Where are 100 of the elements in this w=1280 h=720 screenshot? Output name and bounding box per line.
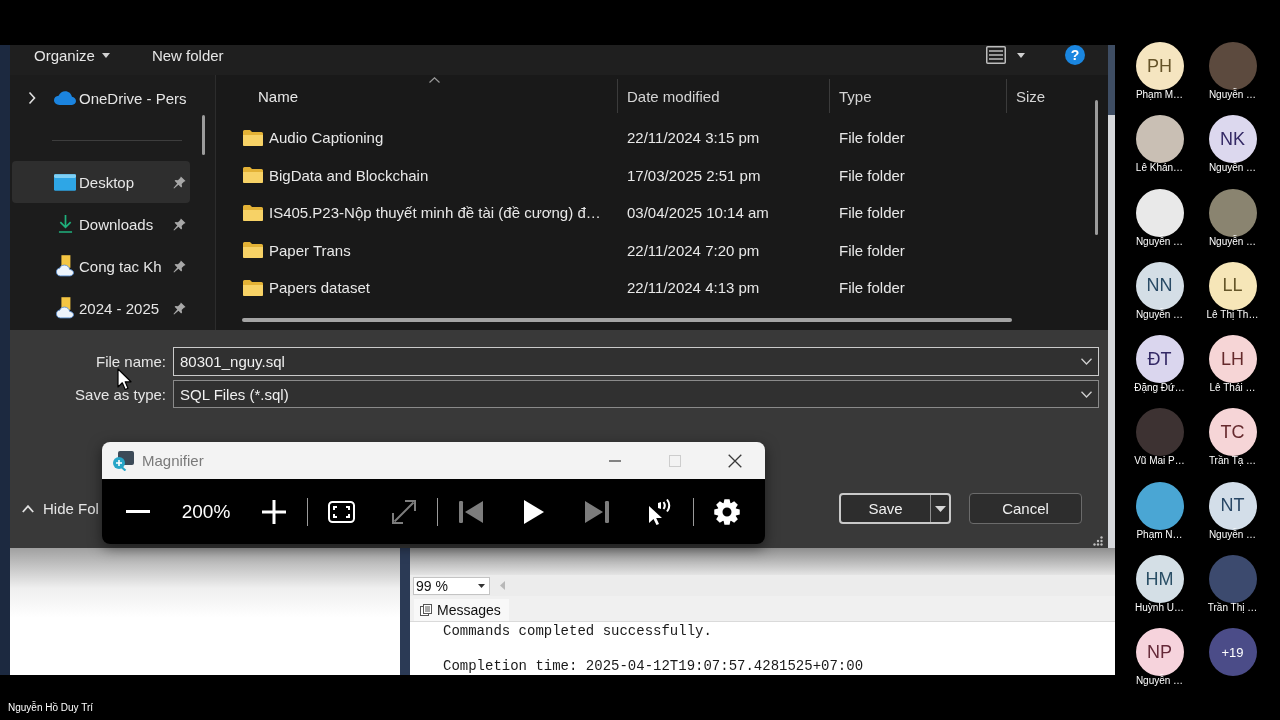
folder-name[interactable]: Audio Captioning [269,129,384,147]
initials-avatar: ĐT [1135,335,1184,384]
participant-name: Nguyễn … [1135,675,1184,688]
message-line: Completion time: 2025-04-12T19:07:57.4281525+07:00 [443,657,865,675]
folder-icon [243,204,263,221]
cloud-icon [54,91,76,105]
messages-icon [420,604,432,616]
initials-avatar: NK [1208,115,1257,164]
sort-caret-icon [428,77,440,83]
participant-name: Nguyễn … [1208,162,1257,175]
help-button[interactable]: ? [1065,45,1085,65]
initials-avatar: NT [1208,481,1257,530]
folder-icon [243,129,263,146]
zoom-combobox[interactable]: 99 % [413,576,490,595]
settings-icon [714,498,740,525]
folder-name[interactable]: IS405.P23-Nộp thuyết minh đề tài (đề cương) đ… [269,204,601,222]
zoom-level: 200% [180,500,232,523]
minus-icon [126,510,150,513]
plus-icon [262,499,286,524]
more-participants-button[interactable]: +19 [1208,628,1257,677]
download-icon [57,215,73,233]
initials-avatar: HM [1135,555,1184,604]
resize-grip-icon [1093,536,1103,546]
folder-name[interactable]: Papers dataset [269,279,370,297]
desktop-icon [54,173,76,191]
column-header[interactable]: Size [1007,79,1108,113]
column-header[interactable]: Date modified [618,79,830,113]
messages-tab[interactable]: Messages [414,599,509,621]
pin-icon [173,259,186,273]
nav-item[interactable]: 2024 - 2025 [12,287,190,329]
folder-name[interactable]: Paper Trans [269,241,351,259]
item-type: File folder [839,241,905,259]
date-modified: 22/11/2024 3:15 pm [627,129,760,147]
pin-icon [173,301,186,315]
participant-name: Đặng Đứ… [1134,382,1185,395]
participant-name: Lê Thị Th… [1206,308,1259,321]
nav-item[interactable]: Cong tac Kh [12,245,190,287]
participant-name: Lê Thái … [1209,382,1256,395]
chevron-down-icon [1081,358,1092,365]
date-modified: 22/11/2024 7:20 pm [627,241,760,259]
list-view-icon [986,46,1006,64]
cancel-button[interactable]: Cancel [969,493,1082,524]
pin-icon [173,175,186,189]
pointer-speaker-icon [648,498,672,525]
file-name-combobox[interactable]: 80301_nguy.sql [173,347,1099,376]
folder-cloud-icon [56,255,74,277]
presenter-name: Nguyễn Hồ Duy Trí [8,702,94,714]
mouse-pointer-icon [117,368,132,391]
skip-back-icon [459,500,483,523]
initials-avatar: NN [1135,261,1184,310]
item-type: File folder [839,166,905,184]
item-type: File folder [839,204,905,222]
column-header[interactable]: Type [830,79,1007,113]
participant-name: Nguyễn … [1208,528,1257,541]
folder-name[interactable]: BigData and Blockchain [269,166,429,184]
hide-folders-button[interactable]: Hide Fol [20,494,101,523]
participant-name: Nguyễn … [1135,308,1184,321]
participant-name: Phạm M… [1135,89,1184,101]
nav-item[interactable]: Desktop [12,161,190,203]
participant-name: Nguyễn … [1135,235,1184,248]
participant-name: Nguyễn … [1208,235,1257,248]
diagonal-arrows-icon [392,499,416,524]
folder-icon [243,279,263,296]
close-icon [728,453,742,468]
scrollbar-thumb[interactable] [242,318,1012,322]
item-type: File folder [839,129,905,147]
scrollbar-thumb[interactable] [202,115,205,155]
date-modified: 03/04/2025 10:14 am [627,204,769,222]
play-icon [524,499,544,524]
folder-icon [243,167,263,184]
magnifier-app-icon [112,450,134,471]
participant-name: Trần Tạ … [1208,455,1257,468]
initials-avatar: LL [1208,261,1257,310]
scrollbar-thumb[interactable] [1095,100,1098,235]
date-modified: 22/11/2024 4:13 pm [627,279,760,297]
participant-name: Huỳnh U… [1135,602,1184,615]
initials-avatar: PH [1135,42,1184,90]
save-type-dropdown[interactable]: SQL Files (*.sql) [173,380,1099,408]
pin-icon [173,217,186,231]
message-line: Commands completed successfully. [443,622,713,640]
caret-icon [1017,52,1025,58]
scroll-left-icon [500,581,505,590]
organize-button[interactable]: Organize [24,45,120,65]
save-button[interactable]: Save [839,493,951,524]
column-header[interactable]: Name [216,79,618,113]
participant-name: Nguyễn … [1208,89,1257,101]
initials-avatar: NP [1135,628,1184,677]
minimize-icon [609,459,621,462]
nav-item[interactable]: OneDrive - Pers [12,77,190,119]
folder-cloud-icon [56,297,74,319]
full-screen-icon [327,500,355,523]
nav-item[interactable]: Downloads [12,203,190,245]
caret-icon [934,505,946,512]
item-type: File folder [839,279,905,297]
new-folder-button[interactable]: New folder [141,45,234,65]
chevron-down-icon [1081,390,1092,398]
caret-icon [478,583,485,588]
chevron-right-icon [28,91,36,105]
caret-icon [101,52,110,58]
field-label: File name: [94,353,166,370]
